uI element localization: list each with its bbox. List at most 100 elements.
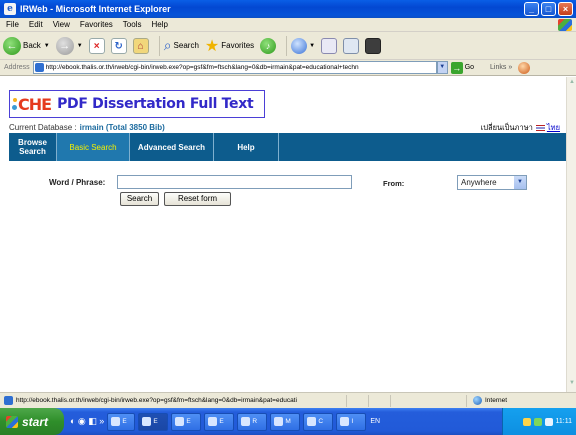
taskbar-item[interactable]: E (171, 412, 202, 431)
menu-edit[interactable]: Edit (29, 20, 43, 29)
menu-favorites[interactable]: Favorites (80, 20, 113, 29)
internet-explorer-icon: e (4, 3, 16, 15)
language-indicator[interactable]: EN (370, 418, 380, 425)
taskbar-item[interactable]: M (270, 412, 301, 431)
tray-icon[interactable] (544, 417, 553, 426)
nav-browse-search[interactable]: Browse Search (9, 133, 57, 161)
window-title-bar[interactable]: e IRWeb - Microsoft Internet Explorer _ … (0, 0, 576, 18)
maximize-button[interactable]: □ (541, 2, 556, 16)
start-label: start (22, 414, 49, 429)
from-selected-value: Anywhere (461, 178, 497, 187)
home-button[interactable]: ⌂ (132, 37, 149, 54)
taskbar-item-label: R (252, 418, 258, 425)
taskbar-item[interactable]: R (237, 412, 268, 431)
edit-icon (365, 37, 382, 54)
address-url: http://ebook.thalis.or.th/irweb/cgi-bin/… (45, 64, 359, 71)
che-logo: CHE (11, 95, 52, 114)
taskbar-item[interactable]: E (138, 412, 169, 431)
window-icon (142, 417, 152, 426)
language-switch: เปลี่ยนเป็นภาษา ไทย (481, 122, 560, 134)
from-label: From: (383, 179, 405, 188)
menu-tools[interactable]: Tools (123, 20, 142, 29)
chevron-down-icon[interactable]: ▼ (44, 43, 50, 49)
thai-language-link[interactable]: ไทย (547, 122, 560, 134)
search-submit-button[interactable]: Search (120, 192, 159, 206)
menu-bar: File Edit View Favorites Tools Help (0, 18, 576, 32)
media-button[interactable]: ♪ (260, 37, 277, 54)
taskbar-item-label: E (219, 418, 224, 425)
search-label: Search (173, 41, 199, 50)
status-pane (390, 394, 412, 407)
toolbar-separator (158, 35, 160, 56)
search-nav-bar: Browse Search Basic Search Advanced Sear… (9, 133, 566, 161)
nav-basic-search[interactable]: Basic Search (57, 133, 130, 161)
taskbar-item[interactable]: I (336, 412, 367, 431)
minimize-button[interactable]: _ (524, 2, 539, 16)
go-label: Go (464, 64, 475, 71)
word-phrase-input[interactable] (117, 175, 352, 189)
history-button[interactable]: ▼ (291, 37, 315, 54)
mail-button[interactable] (321, 37, 338, 54)
forward-arrow-icon: → (55, 36, 74, 55)
nav-help[interactable]: Help (214, 133, 279, 161)
menu-view[interactable]: View (53, 20, 70, 29)
stop-button[interactable]: × (88, 37, 105, 54)
go-arrow-icon: → (450, 61, 463, 74)
taskbar-item[interactable]: E (107, 412, 136, 431)
toolbar-addon-icon[interactable] (518, 61, 531, 74)
clock[interactable]: 11:11 (556, 418, 572, 425)
favorites-star-icon: ★ (204, 37, 220, 55)
address-dropdown-icon[interactable]: ▼ (436, 61, 448, 74)
word-icon (274, 417, 284, 426)
security-zone-label: Internet (485, 397, 508, 404)
taskbar-item[interactable]: C (303, 412, 334, 431)
word-phrase-row: Word / Phrase: (49, 175, 352, 189)
taskbar-item[interactable]: E (204, 412, 235, 431)
refresh-button[interactable]: ↻ (110, 37, 127, 54)
search-button[interactable]: ⌕ Search (164, 37, 199, 54)
site-title: PDF Dissertation Full Text (57, 96, 254, 112)
close-button[interactable]: × (558, 2, 573, 16)
quick-launch-icons[interactable]: ◐ ◉ ◧ » (70, 416, 104, 427)
word-phrase-label: Word / Phrase: (49, 177, 106, 187)
address-input[interactable]: http://ebook.thalis.or.th/irweb/cgi-bin/… (32, 61, 437, 74)
nav-advanced-search[interactable]: Advanced Search (130, 133, 214, 161)
chevron-down-icon[interactable]: ▼ (514, 176, 526, 189)
from-select[interactable]: Anywhere ▼ (457, 175, 527, 190)
vertical-scrollbar[interactable]: ▲ ▼ (566, 77, 576, 392)
chevron-down-icon[interactable]: ▼ (309, 43, 315, 49)
search-icon: ⌕ (163, 37, 172, 53)
status-pane (368, 394, 390, 407)
edit-button[interactable] (365, 37, 382, 54)
go-button[interactable]: → Go (450, 61, 475, 74)
taskbar-item-label: I (351, 418, 354, 425)
tray-icon[interactable] (522, 417, 531, 426)
taskbar-item-label: E (122, 418, 127, 425)
toolbar-separator (286, 35, 288, 56)
site-logo-banner: CHE PDF Dissertation Full Text (9, 90, 265, 118)
windows-taskbar: start ◐ ◉ ◧ » E E E E R M C I EN 11:11 (0, 408, 576, 435)
forward-button[interactable]: → ▼ (55, 36, 83, 55)
database-name: irmain (Total 3850 Bib) (79, 123, 165, 132)
status-bar: http://ebook.thalis.or.th/irweb/cgi-bin/… (0, 392, 576, 408)
reset-form-button[interactable]: Reset form (164, 192, 231, 206)
back-label: Back (23, 41, 41, 50)
thai-flag-icon[interactable] (535, 124, 545, 131)
tray-icon[interactable] (533, 417, 542, 426)
favorites-label: Favorites (221, 41, 255, 50)
links-button[interactable]: Links » (490, 64, 512, 71)
database-info: Current Database : irmain (Total 3850 Bi… (9, 122, 566, 133)
back-button[interactable]: ← Back ▼ (3, 36, 50, 55)
menu-file[interactable]: File (6, 20, 19, 29)
scroll-up-icon[interactable]: ▲ (568, 79, 576, 89)
print-button[interactable] (343, 37, 360, 54)
start-button[interactable]: start (0, 408, 64, 435)
menu-help[interactable]: Help (151, 20, 167, 29)
stop-icon: × (88, 37, 105, 54)
back-arrow-icon: ← (3, 36, 21, 55)
media-icon: ♪ (260, 37, 277, 54)
windows-logo-icon (6, 415, 18, 428)
chevron-down-icon[interactable]: ▼ (77, 43, 83, 49)
scroll-down-icon[interactable]: ▼ (568, 380, 576, 390)
favorites-button[interactable]: ★ Favorites (205, 36, 254, 56)
